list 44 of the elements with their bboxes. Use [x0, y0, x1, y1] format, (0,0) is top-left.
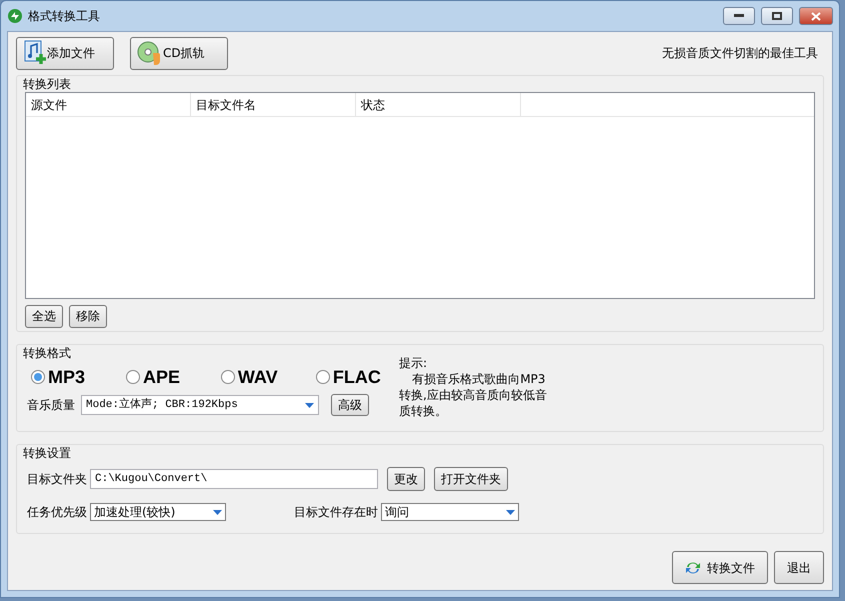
exists-dropdown[interactable]: 询问 [381, 503, 519, 521]
exit-button[interactable]: 退出 [774, 551, 824, 584]
remove-button[interactable]: 移除 [69, 305, 107, 328]
open-folder-button[interactable]: 打开文件夹 [434, 467, 508, 491]
add-file-button[interactable]: 添加文件 [16, 36, 114, 70]
column-header: 源文件 [26, 93, 191, 116]
close-icon [811, 12, 821, 20]
quality-label: 音乐质量 [27, 397, 75, 414]
hint-title: 提示: [399, 355, 428, 371]
maximize-icon [772, 12, 782, 20]
maximize-button[interactable] [761, 7, 793, 25]
advanced-button[interactable]: 高级 [331, 394, 369, 416]
format-radio[interactable]: APE [126, 363, 221, 391]
priority-label: 任务优先级 [27, 504, 87, 521]
close-button[interactable] [799, 7, 833, 25]
group-title: 转换设置 [23, 445, 72, 461]
group-title: 转换列表 [23, 76, 72, 92]
format-radio[interactable]: MP3 [31, 363, 126, 391]
hint-text: 有损音乐格式歌曲向MP3转换,应由较高音质向较低音质转换。 [399, 371, 548, 419]
dropdown-arrow-icon [305, 402, 314, 408]
folder-label: 目标文件夹 [27, 471, 87, 488]
change-button[interactable]: 更改 [387, 467, 425, 491]
dropdown-arrow-icon [213, 510, 222, 514]
convert-icon [685, 560, 701, 576]
dropdown-arrow-icon [506, 510, 515, 514]
cd-rip-button[interactable]: CD抓轨 [130, 36, 228, 70]
group-title: 转换格式 [23, 345, 72, 361]
convert-button[interactable]: 转换文件 [672, 551, 768, 584]
priority-dropdown[interactable]: 加速处理(较快) [90, 503, 226, 521]
column-header: 状态 [356, 93, 521, 116]
select-all-button[interactable]: 全选 [25, 305, 63, 328]
folder-field[interactable]: C:\Kugou\Convert\ [90, 469, 378, 489]
app-icon [7, 8, 23, 24]
format-radio[interactable]: FLAC [316, 363, 395, 391]
column-header: 目标文件名 [191, 93, 356, 116]
format-radio[interactable]: WAV [220, 363, 316, 391]
minimize-button[interactable] [723, 7, 755, 25]
window-title: 格式转换工具 [28, 8, 100, 25]
quality-dropdown[interactable]: Mode:立体声; CBR:192Kbps [81, 395, 319, 415]
minimize-icon [734, 14, 744, 18]
music-file-icon [23, 40, 47, 66]
cd-icon [137, 41, 163, 65]
exists-label: 目标文件存在时 [294, 504, 378, 521]
slogan-text: 无损音质文件切割的最佳工具 [662, 45, 818, 62]
